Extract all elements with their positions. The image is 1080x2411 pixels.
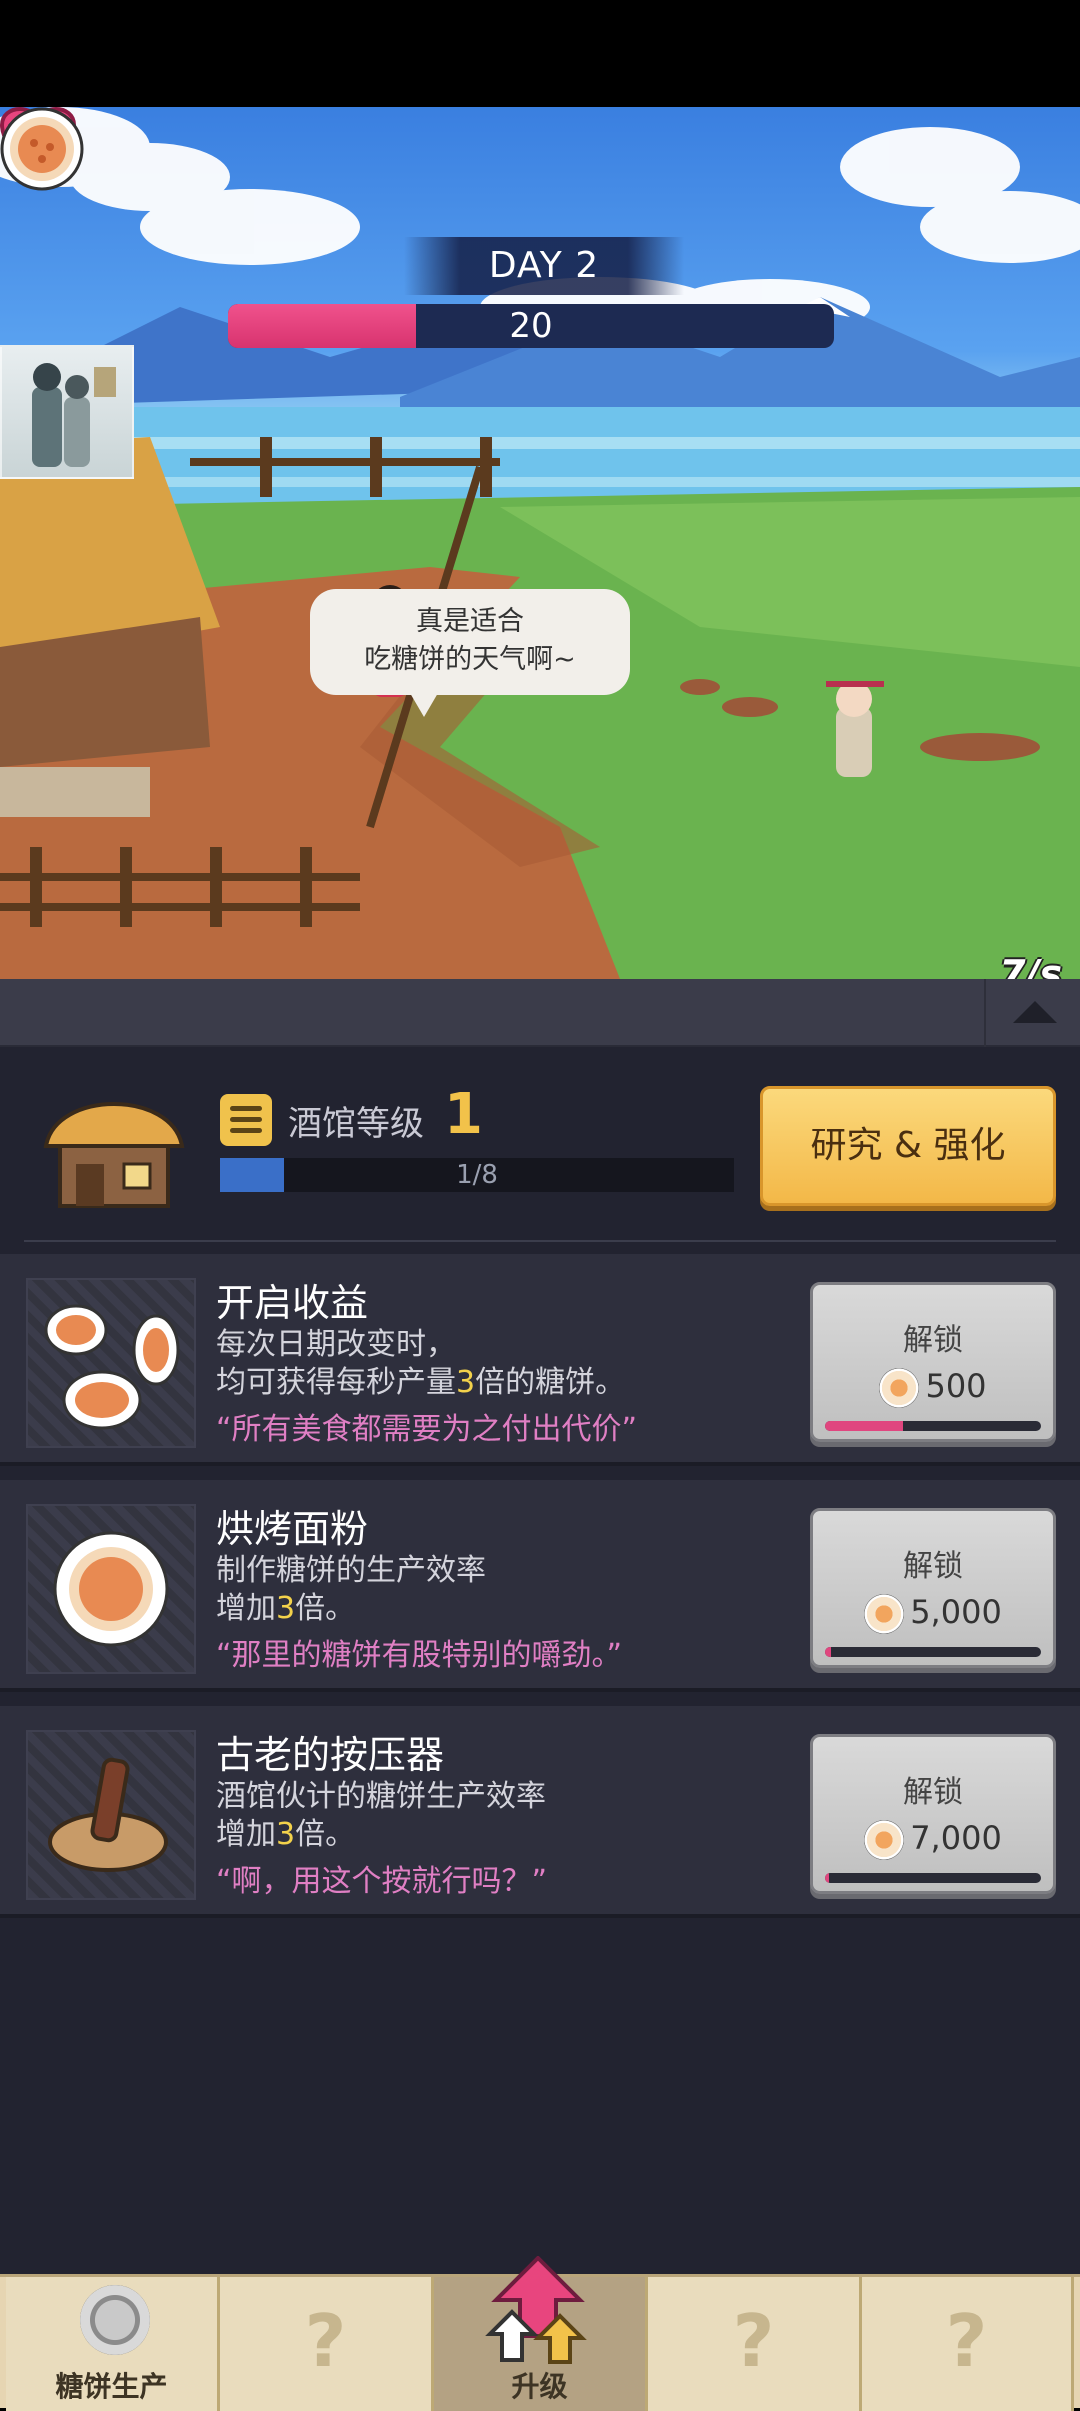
- speech-bubble: 真是适合 吃糖饼的天气啊~: [310, 589, 630, 717]
- unlock-progress-fill: [825, 1647, 832, 1657]
- cookie-plate-icon: [53, 1531, 169, 1647]
- upgrade-desc-line-1: 酒馆伙计的糖饼生产效率: [216, 1779, 546, 1814]
- upgrade-card: 古老的按压器 酒馆伙计的糖饼生产效率 增加3倍。 “啊，用这个按就行吗？” 解锁…: [0, 1706, 1080, 1918]
- upgrade-title: 古老的按压器: [216, 1733, 445, 1777]
- upgrade-desc-line-2: 增加3倍。: [216, 1816, 546, 1854]
- tab-locked-2[interactable]: ?: [648, 2277, 862, 2411]
- portrait-figures: [32, 363, 116, 467]
- locked-question-icon: ?: [945, 2299, 988, 2383]
- speech-line-2: 吃糖饼的天气啊~: [364, 644, 576, 675]
- unlock-price: 500: [813, 1367, 1053, 1408]
- upgrade-card: 开启收益 每次日期改变时， 均可获得每秒产量3倍的糖饼。 “所有美食都需要为之付…: [0, 1254, 1080, 1466]
- unlock-price: 5,000: [813, 1593, 1053, 1634]
- unlock-button[interactable]: 解锁 7,000: [810, 1734, 1056, 1894]
- upgrade-card: 烘烤面粉 制作糖饼的生产效率 增加3倍。 “那里的糖饼有股特别的嚼劲。” 解锁 …: [0, 1480, 1080, 1692]
- upgrade-description: 酒馆伙计的糖饼生产效率 增加3倍。: [216, 1778, 546, 1854]
- tavern-level-label: 酒馆等级: [288, 1104, 424, 1144]
- upgrade-quote: “那里的糖饼有股特别的嚼劲。”: [216, 1638, 623, 1673]
- upgrade-desc-line-2: 均可获得每秒产量3倍的糖饼。: [216, 1364, 625, 1402]
- upgrade-title: 开启收益: [216, 1281, 369, 1325]
- unlock-progress-fill: [825, 1421, 903, 1431]
- unlock-label: 解锁: [903, 1323, 963, 1358]
- unlock-label: 解锁: [903, 1549, 963, 1584]
- character-portrait[interactable]: [0, 345, 134, 479]
- tavern-hut-icon: [43, 1102, 185, 1208]
- unlock-label: 解锁: [903, 1775, 963, 1810]
- sugar-cookie-icon: [0, 107, 84, 191]
- speech-line-1: 真是适合: [416, 606, 524, 637]
- tavern-xp-bar: 1/8: [220, 1158, 734, 1192]
- tab-cookie-production[interactable]: 糖饼生产: [6, 2277, 220, 2411]
- unlock-progress-bar: [825, 1647, 1041, 1657]
- divider: [24, 1240, 1056, 1242]
- desc-text: 倍。: [295, 1817, 356, 1852]
- upgrade-title: 烘烤面粉: [216, 1507, 369, 1551]
- day-banner: DAY 2: [404, 237, 684, 295]
- locked-question-icon: ?: [732, 2299, 775, 2383]
- unlock-progress-fill: [825, 1873, 830, 1883]
- tab-label: 升级: [511, 2370, 568, 2403]
- upgrade-quote: “所有美食都需要为之付出代价”: [216, 1412, 638, 1447]
- cookie-coin-icon: [864, 1594, 905, 1634]
- list-icon: [220, 1094, 272, 1146]
- desc-text: 增加: [216, 1817, 276, 1852]
- unlock-button[interactable]: 解锁 500: [810, 1282, 1056, 1442]
- desc-text: 均可获得每秒产量: [216, 1365, 456, 1400]
- tavern-xp-text: 1/8: [456, 1160, 498, 1190]
- cookie-coin-icon: [879, 1368, 920, 1408]
- tavern-level-value: 1: [444, 1082, 483, 1147]
- upgrade-quote: “啊，用这个按就行吗？”: [216, 1864, 548, 1899]
- upgrade-thumbnail: [26, 1730, 196, 1900]
- desc-text: 增加: [216, 1591, 276, 1626]
- desc-text: 倍。: [295, 1591, 356, 1626]
- desc-multiplier: 3: [276, 1817, 296, 1852]
- unlock-button[interactable]: 解锁 5,000: [810, 1508, 1056, 1668]
- tab-locked-3[interactable]: ?: [862, 2277, 1074, 2411]
- upgrade-desc-line-1: 制作糖饼的生产效率: [216, 1553, 486, 1588]
- health-value: 20: [509, 306, 553, 346]
- health-bar: 20: [228, 304, 834, 348]
- research-upgrade-button[interactable]: 研究 & 强化: [760, 1086, 1056, 1206]
- upgrade-description: 每次日期改变时， 均可获得每秒产量3倍的糖饼。: [216, 1326, 625, 1402]
- upgrade-description: 制作糖饼的生产效率 增加3倍。: [216, 1552, 486, 1628]
- upgrade-thumbnail: [26, 1278, 196, 1448]
- upgrade-arrows-icon: [485, 2256, 587, 2364]
- tab-label: 糖饼生产: [55, 2370, 168, 2403]
- price-value: 500: [925, 1367, 987, 1405]
- tab-locked-1[interactable]: ?: [220, 2277, 434, 2411]
- game-scene[interactable]: DAY 2 20 真是适合 吃糖饼的天气啊~ 7/s 182: [0, 107, 1080, 979]
- unlock-progress-bar: [825, 1421, 1041, 1431]
- production-rate: 7/s: [999, 952, 1062, 979]
- collapse-panel-button[interactable]: [984, 979, 1080, 1047]
- press-tool-icon: [48, 1757, 168, 1872]
- locked-question-icon: ?: [304, 2299, 347, 2383]
- three-cookies-icon: [44, 1304, 180, 1430]
- desc-multiplier: 3: [456, 1365, 476, 1400]
- upgrade-desc-line-2: 增加3倍。: [216, 1590, 486, 1628]
- status-bar: [0, 0, 1080, 107]
- cookie-stack-icon: [80, 2285, 150, 2355]
- upgrade-thumbnail: [26, 1504, 196, 1674]
- desc-multiplier: 3: [276, 1591, 296, 1626]
- price-value: 7,000: [910, 1819, 1002, 1857]
- price-value: 5,000: [910, 1593, 1002, 1631]
- cookie-coin-icon: [864, 1820, 905, 1860]
- unlock-price: 7,000: [813, 1819, 1053, 1860]
- desc-text: 倍的糖饼。: [475, 1365, 626, 1400]
- upgrade-desc-line-1: 每次日期改变时，: [216, 1327, 456, 1362]
- unlock-progress-bar: [825, 1873, 1041, 1883]
- panel-header-bar: [0, 979, 1080, 1047]
